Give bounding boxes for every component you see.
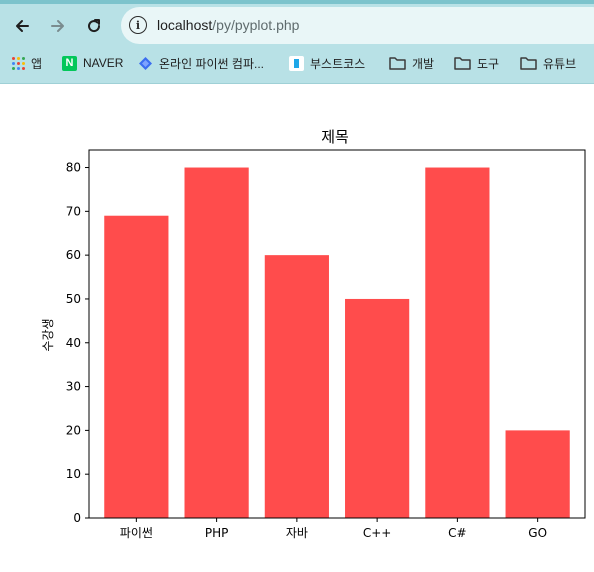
bookmark-naver[interactable]: N NAVER <box>62 54 123 72</box>
folder-icon <box>520 56 537 70</box>
url-path: /py/pyplot.php <box>212 17 300 33</box>
naver-icon: N <box>62 55 77 71</box>
diamond-icon <box>138 56 153 71</box>
address-bar[interactable]: i localhost/py/pyplot.php <box>121 7 594 44</box>
bar-1 <box>184 167 249 518</box>
bar-4 <box>425 167 490 518</box>
folder-icon <box>454 56 471 70</box>
bookmark-label: 개발 <box>412 56 435 71</box>
bookmark-label: 온라인 파이썬 컴파... <box>159 56 264 71</box>
url-text[interactable]: localhost/py/pyplot.php <box>157 17 299 33</box>
bookmark-apps[interactable]: 앱 <box>12 54 42 72</box>
x-tick-label: C# <box>448 526 466 540</box>
bookmark-folder-tools[interactable]: 도구 <box>454 54 499 72</box>
apps-grid-icon <box>12 56 25 70</box>
bars-group <box>104 167 570 518</box>
x-tick-label: GO <box>528 526 547 540</box>
site-info-icon[interactable]: i <box>129 16 147 34</box>
y-axis-label: 수강생 <box>41 318 55 351</box>
y-tick-label: 40 <box>66 336 81 350</box>
y-tick-label: 80 <box>66 161 81 175</box>
bar-2 <box>264 255 329 518</box>
reload-button[interactable] <box>81 13 107 39</box>
bookmarks-bar: 앱 N NAVER 온라인 파이썬 컴파... 부스트코스 개발 도구 유튜브 <box>0 50 594 76</box>
y-tick-label: 50 <box>66 292 81 306</box>
browser-chrome: i localhost/py/pyplot.php 앱 N NAVER 온라인 … <box>0 0 594 84</box>
y-tick-label: 60 <box>66 248 81 262</box>
bar-3 <box>345 298 410 518</box>
x-tick-label: 파이썬 <box>120 526 153 540</box>
tab-strip <box>0 0 594 4</box>
x-tick-label: 자바 <box>286 526 308 540</box>
bookmark-label: NAVER <box>83 56 124 70</box>
folder-icon <box>389 56 406 70</box>
y-tick-label: 10 <box>66 467 81 481</box>
bar-0 <box>104 215 169 518</box>
bookmark-folder-dev[interactable]: 개발 <box>389 54 434 72</box>
bar-chart: 제목 수강생 0 10 20 30 40 50 60 70 80 파이썬 PHP 자바 C++ C# GO <box>41 128 586 540</box>
arrow-left-icon <box>16 20 29 32</box>
bookmark-label: 도구 <box>477 56 500 71</box>
chart-title: 제목 <box>321 128 349 146</box>
x-tick-label: PHP <box>205 526 229 540</box>
url-host: localhost <box>157 17 213 33</box>
bookmark-online-python[interactable]: 온라인 파이썬 컴파... <box>138 54 264 72</box>
bookmark-folder-youtube[interactable]: 유튜브 <box>520 54 576 72</box>
bookmark-label: 앱 <box>31 56 43 71</box>
bookmark-label: 유튜브 <box>543 56 577 71</box>
page-content: 제목 수강생 0 10 20 30 40 50 60 70 80 파이썬 PHP 자바 C++ C# GO <box>0 84 594 568</box>
x-axis: 파이썬 PHP 자바 C++ C# GO <box>120 518 547 540</box>
bookmark-label: 부스트코스 <box>310 56 366 71</box>
boostcourse-icon <box>289 55 304 71</box>
y-tick-label: 70 <box>66 204 81 218</box>
forward-button[interactable] <box>45 13 71 39</box>
bar-5 <box>505 430 570 518</box>
y-tick-label: 0 <box>73 511 81 525</box>
y-tick-label: 20 <box>66 423 81 437</box>
arrow-right-icon <box>51 20 64 32</box>
x-tick-label: C++ <box>363 526 392 540</box>
bookmark-boostcourse[interactable]: 부스트코스 <box>289 54 365 72</box>
y-tick-label: 30 <box>66 380 81 394</box>
back-button[interactable] <box>9 13 35 39</box>
y-axis: 0 10 20 30 40 50 60 70 80 <box>66 161 89 525</box>
reload-icon <box>88 19 101 33</box>
